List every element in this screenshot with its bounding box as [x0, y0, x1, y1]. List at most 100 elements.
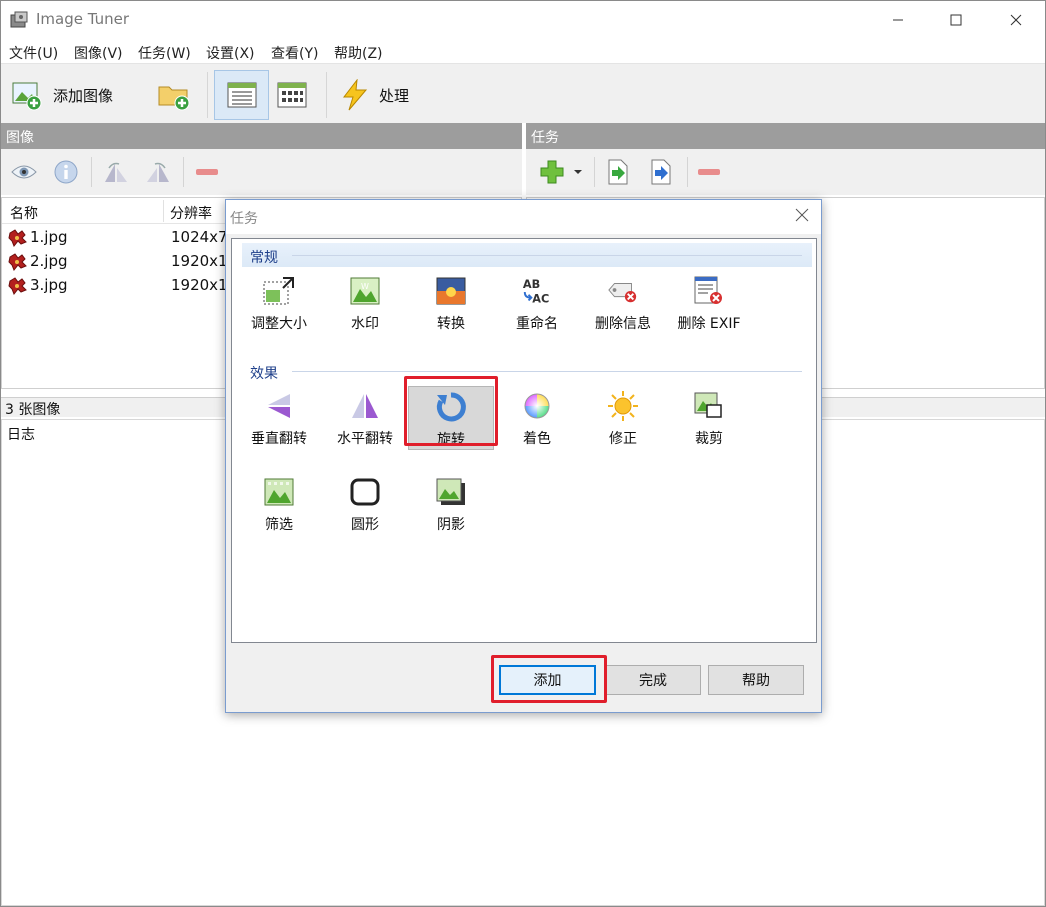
column-resolution-header[interactable]: 分辨率: [170, 203, 212, 223]
eye-icon: [11, 165, 37, 179]
tasks-panel-header: 任务: [526, 123, 1045, 149]
image-file-icon: [8, 253, 27, 271]
menu-help[interactable]: 帮助(Z): [334, 43, 383, 63]
menu-bar: 文件(U) 图像(V) 任务(W) 设置(X) 查看(Y) 帮助(Z): [1, 39, 1045, 63]
import-icon: [608, 159, 628, 185]
add-task-dropdown[interactable]: [570, 157, 586, 187]
task-shadow[interactable]: 阴影: [408, 472, 494, 536]
minimize-button[interactable]: [875, 1, 921, 39]
window-title: Image Tuner: [36, 10, 130, 28]
resize-icon: [263, 277, 294, 305]
group-general-header: 常规: [242, 243, 812, 267]
task-label: 水平翻转: [337, 431, 393, 447]
flip-vertical-icon: [268, 394, 290, 418]
images-panel-header: 图像: [1, 123, 522, 149]
task-colorize[interactable]: 着色: [494, 386, 580, 450]
close-icon: [795, 208, 809, 222]
close-button[interactable]: [993, 1, 1039, 39]
image-file-icon: [8, 277, 27, 295]
task-picker: 常规 调整大小 W 水印 转换 AB AC 重命名 删除信息 删除 EXIF 效…: [231, 238, 817, 643]
task-label: 重命名: [516, 316, 558, 332]
export-task-button[interactable]: [646, 157, 676, 187]
convert-icon: [436, 277, 466, 305]
list-view-icon: [227, 82, 256, 108]
rotate-left-button[interactable]: [101, 157, 131, 187]
svg-text:AC: AC: [532, 292, 549, 305]
task-remove-exif[interactable]: 删除 EXIF: [666, 271, 752, 335]
file-name: 1.jpg: [30, 228, 68, 246]
remove-info-icon: [608, 283, 637, 303]
preview-button[interactable]: [9, 157, 39, 187]
task-resize[interactable]: 调整大小: [236, 271, 322, 335]
chevron-down-icon: [574, 170, 582, 174]
task-flip-vertical[interactable]: 垂直翻转: [236, 386, 322, 450]
add-images-button[interactable]: 添加图像: [11, 70, 113, 120]
shadow-icon: [436, 478, 465, 505]
add-button-highlight-box: [491, 655, 607, 703]
process-button[interactable]: 处理: [341, 70, 409, 120]
import-task-button[interactable]: [603, 157, 633, 187]
task-correct[interactable]: 修正: [580, 386, 666, 450]
maximize-button[interactable]: [933, 1, 979, 39]
process-label: 处理: [379, 86, 410, 105]
task-convert[interactable]: 转换: [408, 271, 494, 335]
task-rename[interactable]: AB AC 重命名: [494, 271, 580, 335]
task-label: 裁剪: [695, 431, 723, 447]
task-watermark[interactable]: W 水印: [322, 271, 408, 335]
list-view-button[interactable]: [214, 70, 269, 120]
menu-image[interactable]: 图像(V): [74, 43, 123, 63]
add-images-label: 添加图像: [53, 86, 114, 105]
dialog-title: 任务: [230, 211, 258, 227]
column-name-header[interactable]: 名称: [10, 203, 38, 223]
thumbnail-view-button[interactable]: [277, 70, 307, 120]
flip-horizontal-icon: [352, 394, 378, 418]
file-name: 2.jpg: [30, 252, 68, 270]
app-icon: [10, 10, 30, 30]
svg-text:W: W: [361, 282, 369, 291]
menu-task[interactable]: 任务(W): [138, 43, 191, 63]
task-filter[interactable]: 筛选: [236, 472, 322, 536]
add-task-button[interactable]: [537, 157, 567, 187]
log-label: 日志: [7, 427, 35, 443]
minus-icon: [196, 169, 218, 175]
task-label: 圆形: [351, 517, 379, 533]
add-folder-button[interactable]: [157, 70, 191, 120]
remove-image-button[interactable]: [192, 157, 222, 187]
task-label: 水印: [351, 316, 379, 332]
remove-exif-icon: [694, 276, 722, 304]
task-flip-horizontal[interactable]: 水平翻转: [322, 386, 408, 450]
remove-task-button[interactable]: [694, 157, 724, 187]
sun-icon: [608, 391, 638, 421]
watermark-icon: W: [350, 277, 380, 305]
rotate-right-button[interactable]: [143, 157, 173, 187]
lightning-icon: [342, 79, 368, 111]
menu-settings[interactable]: 设置(X): [206, 43, 255, 63]
rotate-highlight-box: [404, 376, 498, 446]
task-label: 调整大小: [251, 316, 307, 332]
rotate-right-icon: [147, 162, 169, 182]
color-wheel-icon: [524, 393, 550, 419]
help-button[interactable]: 帮助: [708, 665, 804, 695]
task-round-corners[interactable]: 圆形: [322, 472, 408, 536]
group-effects-label: 效果: [250, 366, 278, 382]
title-bar: Image Tuner: [1, 1, 1045, 39]
menu-view[interactable]: 查看(Y): [271, 43, 318, 63]
info-button[interactable]: [51, 157, 81, 187]
add-image-icon: [12, 82, 42, 111]
rounded-rect-icon: [350, 478, 380, 506]
filter-icon: [264, 478, 294, 506]
group-general-label: 常规: [250, 250, 278, 266]
task-label: 删除信息: [595, 316, 651, 332]
dialog-close-button[interactable]: [795, 208, 809, 226]
thumbnail-view-icon: [277, 82, 307, 108]
task-label: 筛选: [265, 517, 293, 533]
crop-icon: [694, 392, 722, 418]
info-icon: [54, 160, 78, 184]
task-label: 删除 EXIF: [677, 316, 741, 332]
tasks-subtoolbar: [526, 149, 1045, 195]
done-button[interactable]: 完成: [605, 665, 701, 695]
menu-file[interactable]: 文件(U): [9, 43, 58, 63]
task-remove-info[interactable]: 删除信息: [580, 271, 666, 335]
task-crop[interactable]: 裁剪: [666, 386, 752, 450]
task-label: 着色: [523, 431, 551, 447]
